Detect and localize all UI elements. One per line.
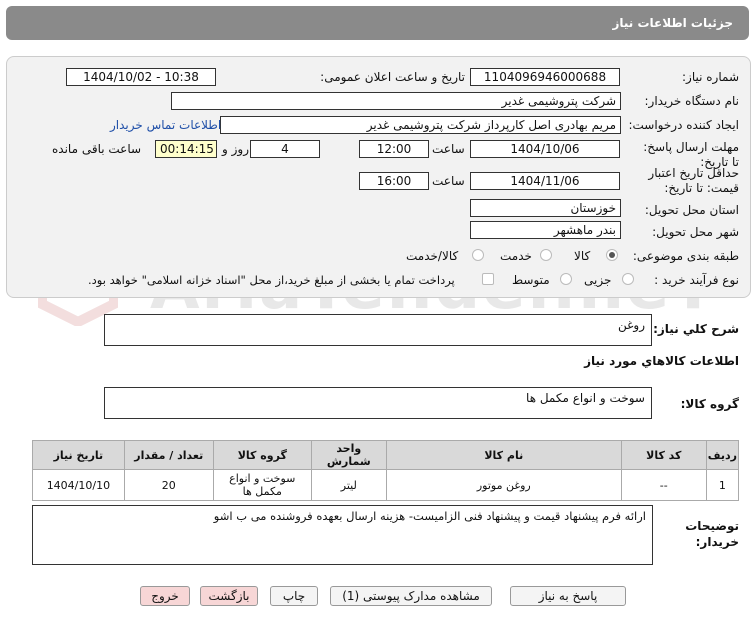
goods-info-title: اطلاعات کالاهاي مورد نياز bbox=[584, 354, 739, 368]
col-row-no: ردیف bbox=[705, 440, 740, 470]
cell-unit: لیتر bbox=[310, 469, 387, 501]
category-option-goods-service: کالا/خدمت bbox=[406, 249, 459, 263]
col-need-date: تاریخ نیاز bbox=[32, 440, 125, 470]
process-label: نوع فرآیند خرید : bbox=[654, 273, 739, 287]
col-unit: واحد شمارش bbox=[310, 440, 387, 470]
validity-label: حداقل تاریخ اعتبار قیمت: تا تاریخ: bbox=[648, 166, 739, 195]
need-number-field: 1104096946000688 bbox=[470, 68, 620, 86]
deadline-time-field: 12:00 bbox=[359, 140, 429, 158]
city-label: شهر محل تحویل: bbox=[652, 225, 739, 239]
process-radio-minor[interactable] bbox=[622, 273, 634, 285]
col-goods-group: گروه کالا bbox=[212, 440, 312, 470]
deadline-days-label: روز و bbox=[222, 142, 249, 156]
treasury-note: پرداخت تمام یا بخشی از مبلغ خرید،از محل … bbox=[88, 273, 455, 287]
summary-label: شرح کلي نياز: bbox=[653, 322, 739, 336]
cell-item-name: روغن موتور bbox=[385, 469, 622, 501]
deadline-time-label: ساعت bbox=[432, 142, 465, 156]
goods-group-label: گروه کالا: bbox=[680, 397, 739, 411]
items-table: ردیف کد کالا نام کالا واحد شمارش گروه کا… bbox=[32, 440, 740, 501]
print-button[interactable]: چاپ bbox=[270, 586, 318, 606]
cell-need-date: 1404/10/10 bbox=[32, 469, 125, 501]
page-header: جزئیات اطلاعات نیاز bbox=[6, 6, 749, 40]
cell-row-no: 1 bbox=[705, 469, 740, 501]
validity-time-label: ساعت bbox=[432, 174, 465, 188]
col-quantity: تعداد / مقدار bbox=[123, 440, 214, 470]
category-radio-service[interactable] bbox=[540, 249, 552, 261]
buyer-contact-link[interactable]: اطلاعات تماس خریدار bbox=[110, 118, 221, 132]
table-row: 1 -- روغن موتور لیتر سوخت و انواع مکمل ه… bbox=[32, 469, 740, 501]
category-radio-goods-service[interactable] bbox=[472, 249, 484, 261]
category-label: طبقه بندی موضوعی: bbox=[632, 249, 739, 263]
need-number-label: شماره نیاز: bbox=[682, 70, 739, 84]
buyer-notes-label: توضیحات خریدار: bbox=[685, 519, 739, 549]
process-option-minor: جزیی bbox=[584, 273, 612, 287]
announce-field: 1404/10/02 - 10:38 bbox=[66, 68, 216, 86]
remaining-time-field: 00:14:15 bbox=[155, 140, 217, 158]
cell-quantity: 20 bbox=[123, 469, 214, 501]
province-field: خوزستان bbox=[470, 199, 621, 217]
category-option-service: خدمت bbox=[500, 249, 532, 263]
back-button[interactable]: بازگشت bbox=[200, 586, 258, 606]
table-header-row: ردیف کد کالا نام کالا واحد شمارش گروه کا… bbox=[32, 440, 740, 470]
deadline-days-field: 4 bbox=[250, 140, 320, 158]
buyer-org-label: نام دستگاه خریدار: bbox=[644, 94, 740, 108]
validity-date-field: 1404/11/06 bbox=[470, 172, 620, 190]
reply-button[interactable]: پاسخ به نياز bbox=[510, 586, 626, 606]
buyer-org-field: شرکت پتروشیمی غدیر bbox=[171, 92, 621, 110]
requester-field: مریم بهادری اصل کارپرداز شرکت پتروشیمی غ… bbox=[220, 116, 621, 134]
buyer-notes-field: ارائه فرم پیشنهاد قیمت و پیشنهاد فنی الز… bbox=[32, 505, 653, 565]
treasury-checkbox[interactable] bbox=[482, 273, 494, 285]
validity-time-field: 16:00 bbox=[359, 172, 429, 190]
goods-group-field: سوخت و انواع مکمل ها bbox=[104, 387, 652, 419]
city-field: بندر ماهشهر bbox=[470, 221, 621, 239]
process-option-medium: متوسط bbox=[512, 273, 550, 287]
announce-label: تاریخ و ساعت اعلان عمومی: bbox=[320, 70, 465, 84]
deadline-date-field: 1404/10/06 bbox=[470, 140, 620, 158]
remaining-time-label: ساعت باقی مانده bbox=[52, 142, 142, 156]
col-item-name: نام کالا bbox=[385, 440, 622, 470]
view-attachments-button[interactable]: مشاهده مدارک پیوستی (1) bbox=[330, 586, 492, 606]
category-radio-goods[interactable] bbox=[606, 249, 618, 261]
category-option-goods: کالا bbox=[574, 249, 591, 263]
cell-item-code: -- bbox=[620, 469, 707, 501]
requester-label: ایجاد کننده درخواست: bbox=[628, 118, 739, 132]
province-label: استان محل تحویل: bbox=[644, 203, 739, 217]
cell-goods-group: سوخت و انواع مکمل ها bbox=[212, 469, 312, 501]
page-title: جزئیات اطلاعات نیاز bbox=[612, 16, 733, 30]
col-item-code: کد کالا bbox=[620, 440, 707, 470]
summary-field: روغن bbox=[104, 314, 652, 346]
exit-button[interactable]: خروج bbox=[140, 586, 190, 606]
process-radio-medium[interactable] bbox=[560, 273, 572, 285]
